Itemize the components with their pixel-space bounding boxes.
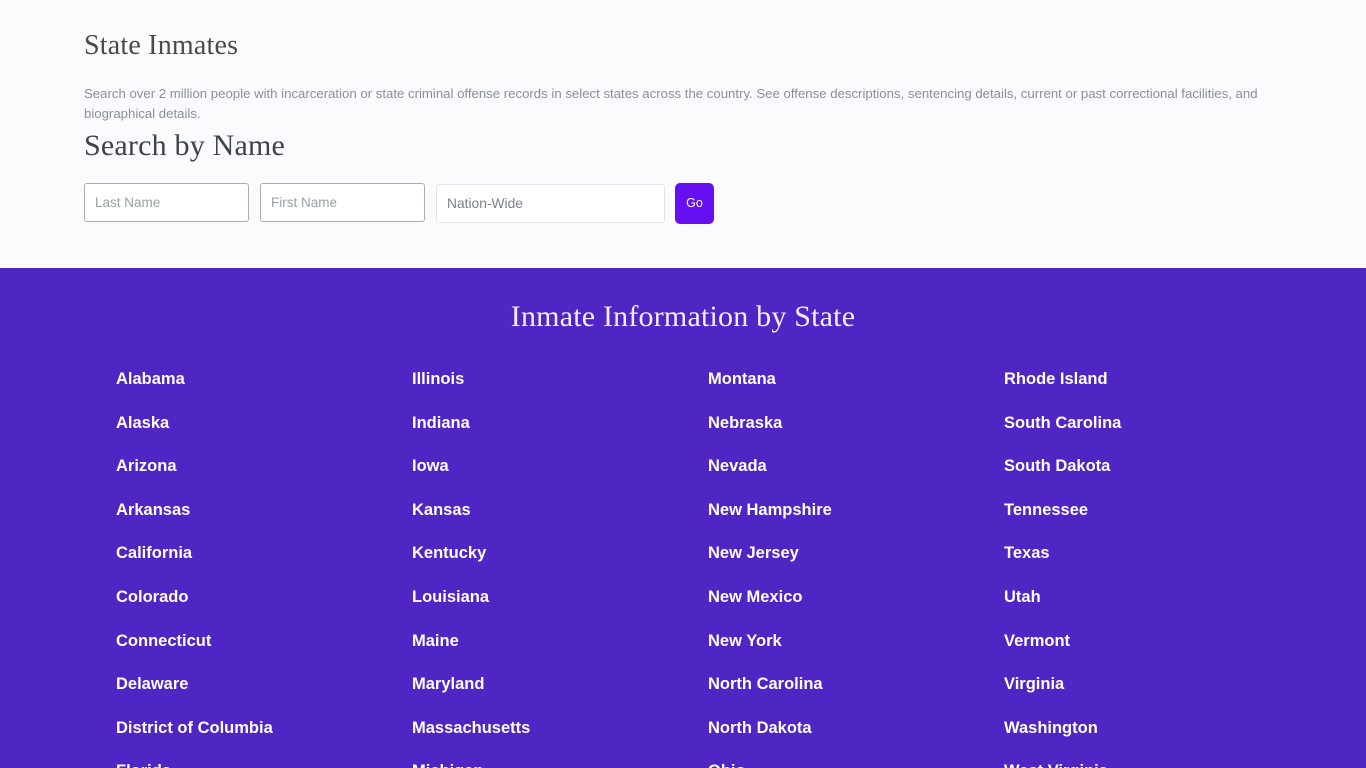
state-column-1: Alabama Alaska Arizona Arkansas California Co… [116,358,412,768]
state-column-2: Illinois Indiana Iowa Kansas Kentucky Louisia… [412,358,708,768]
state-link-washington[interactable]: Washington [1004,707,1300,751]
state-link-california[interactable]: California [116,532,412,576]
state-link-nebraska[interactable]: Nebraska [708,402,1004,446]
state-link-tennessee[interactable]: Tennessee [1004,489,1300,533]
state-link-illinois[interactable]: Illinois [412,358,708,402]
state-column-3: Montana Nebraska Nevada New Hampshire New Je… [708,358,1004,768]
state-link-maryland[interactable]: Maryland [412,663,708,707]
last-name-input[interactable] [84,183,249,222]
state-link-maine[interactable]: Maine [412,620,708,664]
state-links-grid: Alabama Alaska Arizona Arkansas California Co… [0,334,1366,768]
state-link-district-of-columbia[interactable]: District of Columbia [116,707,412,751]
state-select[interactable]: Nation-Wide [436,184,665,223]
state-link-virginia[interactable]: Virginia [1004,663,1300,707]
state-link-kansas[interactable]: Kansas [412,489,708,533]
state-link-massachusetts[interactable]: Massachusetts [412,707,708,751]
state-link-south-carolina[interactable]: South Carolina [1004,402,1300,446]
states-section: Inmate Information by State Alabama Alask… [0,268,1366,768]
state-link-alabama[interactable]: Alabama [116,358,412,402]
state-link-new-hampshire[interactable]: New Hampshire [708,489,1004,533]
state-link-new-mexico[interactable]: New Mexico [708,576,1004,620]
state-link-arkansas[interactable]: Arkansas [116,489,412,533]
state-link-rhode-island[interactable]: Rhode Island [1004,358,1300,402]
state-link-ohio[interactable]: Ohio [708,750,1004,768]
state-link-michigan[interactable]: Michigan [412,750,708,768]
state-link-florida[interactable]: Florida [116,750,412,768]
intro-paragraph: Search over 2 million people with incarc… [84,86,1258,122]
state-link-connecticut[interactable]: Connecticut [116,620,412,664]
state-link-vermont[interactable]: Vermont [1004,620,1300,664]
state-link-nevada[interactable]: Nevada [708,445,1004,489]
state-link-iowa[interactable]: Iowa [412,445,708,489]
name-search-form: Nation-Wide Go [84,183,714,224]
state-link-indiana[interactable]: Indiana [412,402,708,446]
first-name-input[interactable] [260,183,425,222]
state-link-west-virginia[interactable]: West Virginia [1004,750,1300,768]
go-button[interactable]: Go [675,183,714,224]
state-link-montana[interactable]: Montana [708,358,1004,402]
page-title: State Inmates [84,30,239,61]
state-link-delaware[interactable]: Delaware [116,663,412,707]
state-select-value: Nation-Wide [447,196,523,211]
state-link-utah[interactable]: Utah [1004,576,1300,620]
state-link-colorado[interactable]: Colorado [116,576,412,620]
search-section: State Inmates Search over 2 million peop… [0,0,1366,268]
state-link-south-dakota[interactable]: South Dakota [1004,445,1300,489]
state-column-4: Rhode Island South Carolina South Dakota Te… [1004,358,1300,768]
state-link-new-york[interactable]: New York [708,620,1004,664]
state-link-north-dakota[interactable]: North Dakota [708,707,1004,751]
state-link-north-carolina[interactable]: North Carolina [708,663,1004,707]
state-link-louisiana[interactable]: Louisiana [412,576,708,620]
state-link-arizona[interactable]: Arizona [116,445,412,489]
state-link-alaska[interactable]: Alaska [116,402,412,446]
search-by-name-heading: Search by Name [84,129,286,162]
states-section-heading: Inmate Information by State [510,300,856,333]
state-link-texas[interactable]: Texas [1004,532,1300,576]
state-link-kentucky[interactable]: Kentucky [412,532,708,576]
state-link-new-jersey[interactable]: New Jersey [708,532,1004,576]
